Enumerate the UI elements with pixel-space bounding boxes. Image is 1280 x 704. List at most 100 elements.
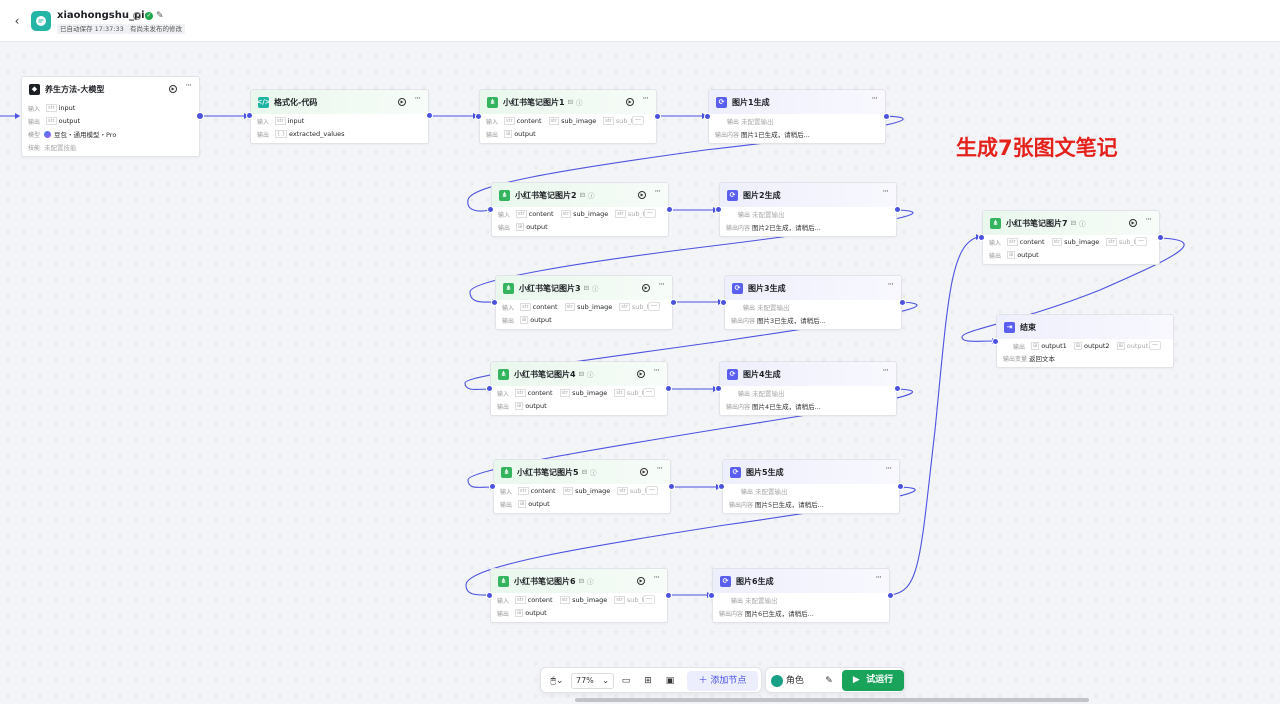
plugin-node[interactable]: ⋔ 小红书笔记图片6 ⊟ ⓘ ▶ ··· 输入 str content str su… (490, 568, 668, 623)
more-icon[interactable]: ··· (882, 366, 889, 376)
input-port[interactable] (489, 483, 496, 490)
output-port[interactable] (894, 206, 901, 213)
message-node[interactable]: ⟳ 图片3生成 ··· 输出 未配置输出 输出内容 图片3已生成，请稍后... (724, 275, 902, 330)
input-port[interactable] (246, 112, 253, 119)
horizontal-scrollbar[interactable] (575, 698, 1089, 702)
layout-icon[interactable]: ⊞ (641, 673, 655, 689)
more-icon[interactable]: ··· (654, 187, 661, 197)
run-node-icon[interactable]: ▶ (640, 468, 648, 476)
plugin-node[interactable]: ⋔ 小红书笔记图片4 ⊟ ⓘ ▶ ··· 输入 str content str su… (490, 361, 668, 416)
more-params-icon[interactable]: ··· (646, 486, 658, 495)
output-port[interactable] (665, 385, 672, 392)
plugin-node[interactable]: ⋔ 小红书笔记图片5 ⊟ ⓘ ▶ ··· 输入 str content str su… (493, 459, 671, 514)
test-run-button[interactable]: ▶ 试运行 (842, 670, 904, 691)
info-icon[interactable]: ⓘ (590, 467, 597, 477)
more-icon[interactable]: ··· (414, 94, 421, 104)
more-icon[interactable]: ··· (882, 187, 889, 197)
info-icon[interactable]: ⓘ (588, 190, 595, 200)
run-node-icon[interactable]: ▶ (638, 191, 646, 199)
message-node[interactable]: ⟳ 图片5生成 ··· 输出 未配置输出 输出内容 图片5已生成，请稍后... (722, 459, 900, 514)
output-port[interactable] (897, 483, 904, 490)
more-icon[interactable]: ··· (887, 280, 894, 290)
input-port[interactable] (708, 592, 715, 599)
back-arrow-icon[interactable]: ‹ (9, 13, 25, 29)
message-node[interactable]: ⟳ 图片1生成 ··· 输出 未配置输出 输出内容 图片1已生成，请稍后... (708, 89, 886, 144)
message-node[interactable]: ⟳ 图片4生成 ··· 输出 未配置输出 输出内容 图片4已生成，请稍后... (719, 361, 897, 416)
run-node-icon[interactable]: ▶ (637, 577, 645, 585)
more-icon[interactable]: ··· (185, 81, 192, 91)
input-port[interactable] (992, 338, 999, 345)
input-port[interactable] (487, 206, 494, 213)
minimap-icon[interactable]: ▣ (663, 673, 677, 689)
run-node-icon[interactable]: ▶ (1129, 219, 1137, 227)
output-port[interactable] (196, 112, 204, 120)
more-icon[interactable]: ··· (871, 94, 878, 104)
more-icon[interactable]: ··· (656, 464, 663, 474)
output-port[interactable] (426, 112, 433, 119)
more-params-icon[interactable]: ··· (643, 595, 655, 604)
plugin-icon: ⋔ (498, 575, 509, 587)
input-port[interactable] (486, 592, 493, 599)
more-params-icon[interactable]: ··· (1135, 237, 1147, 246)
plugin-node[interactable]: ⋔ 小红书笔记图片2 ⊟ ⓘ ▶ ··· 输入 str content str su… (491, 182, 669, 237)
output-port[interactable] (887, 592, 894, 599)
node-title: 图片5生成 (746, 467, 784, 477)
more-params-icon[interactable]: ··· (632, 116, 644, 125)
input-port[interactable] (715, 206, 722, 213)
run-node-icon[interactable]: ▶ (637, 370, 645, 378)
output-port[interactable] (883, 113, 890, 120)
output-port[interactable] (666, 206, 673, 213)
input-port[interactable] (715, 385, 722, 392)
more-icon[interactable]: ··· (642, 94, 649, 104)
message-node[interactable]: ⟳ 图片2生成 ··· 输出 未配置输出 输出内容 图片2已生成，请稍后... (719, 182, 897, 237)
more-params-icon[interactable]: ··· (644, 209, 656, 218)
info-icon[interactable]: i (133, 12, 141, 20)
more-icon[interactable]: ··· (653, 573, 660, 583)
input-port[interactable] (491, 299, 498, 306)
plugin-node[interactable]: ⋔ 小红书笔记图片3 ⊟ ⓘ ▶ ··· 输入 str content str su… (495, 275, 673, 330)
more-params-icon[interactable]: ··· (1149, 341, 1161, 350)
more-params-icon[interactable]: ··· (648, 302, 660, 311)
output-port[interactable] (894, 385, 901, 392)
output-port[interactable] (1157, 234, 1164, 241)
info-icon[interactable]: ⓘ (587, 369, 594, 379)
pointer-mode-icon[interactable]: 🖱︎⌄ (546, 673, 568, 689)
input-port[interactable] (720, 299, 727, 306)
info-icon[interactable]: ⓘ (592, 283, 599, 293)
debug-icon[interactable]: ✎ (822, 673, 836, 689)
output-port[interactable] (654, 113, 661, 120)
output-port[interactable] (899, 299, 906, 306)
output-port[interactable] (665, 592, 672, 599)
llm-node[interactable]: ◆ 养生方法-大模型 ▶ ··· 输入 str input 输出 str output … (21, 76, 200, 157)
input-port[interactable] (704, 113, 711, 120)
info-icon[interactable]: ⓘ (1079, 218, 1086, 228)
more-icon[interactable]: ··· (653, 366, 660, 376)
comment-icon[interactable]: ▭ (619, 673, 633, 689)
run-node-icon[interactable]: ▶ (626, 98, 634, 106)
info-icon[interactable]: ⓘ (587, 576, 594, 586)
input-port[interactable] (718, 483, 725, 490)
run-node-icon[interactable]: ▶ (169, 85, 177, 93)
more-icon[interactable]: ··· (885, 464, 892, 474)
input-port[interactable] (978, 234, 985, 241)
run-node-icon[interactable]: ▶ (398, 98, 406, 106)
input-port[interactable] (475, 113, 482, 120)
run-node-icon[interactable]: ▶ (642, 284, 650, 292)
info-icon[interactable]: ⓘ (576, 97, 583, 107)
input-port[interactable] (486, 385, 493, 392)
end-node[interactable]: ⇥ 结束 输出 ⊞ output1 ⊞ output2 ⊞ output3 ··· 输… (996, 314, 1174, 368)
output-port[interactable] (670, 299, 677, 306)
message-node[interactable]: ⟳ 图片6生成 ··· 输出 未配置输出 输出内容 图片6已生成，请稍后... (712, 568, 890, 623)
output-port[interactable] (668, 483, 675, 490)
more-icon[interactable]: ··· (1145, 215, 1152, 225)
role-button[interactable]: 角色 (771, 673, 811, 689)
more-params-icon[interactable]: ··· (643, 388, 655, 397)
more-icon[interactable]: ··· (875, 573, 882, 583)
add-node-button[interactable]: ＋ 添加节点 (687, 671, 758, 691)
plugin-node[interactable]: ⋔ 小红书笔记图片1 ⊟ ⓘ ▶ ··· 输入 str content str su… (479, 89, 657, 144)
edit-icon[interactable]: ✎ (156, 11, 164, 21)
code-node[interactable]: </> 格式化-代码 ▶ ··· 输入 str input 输出{ } extract… (250, 89, 429, 144)
plugin-node[interactable]: ⋔ 小红书笔记图片7 ⊟ ⓘ ▶ ··· 输入 str content str su… (982, 210, 1160, 265)
zoom-select[interactable]: 77% ⌄ (571, 673, 614, 689)
more-icon[interactable]: ··· (658, 280, 665, 290)
